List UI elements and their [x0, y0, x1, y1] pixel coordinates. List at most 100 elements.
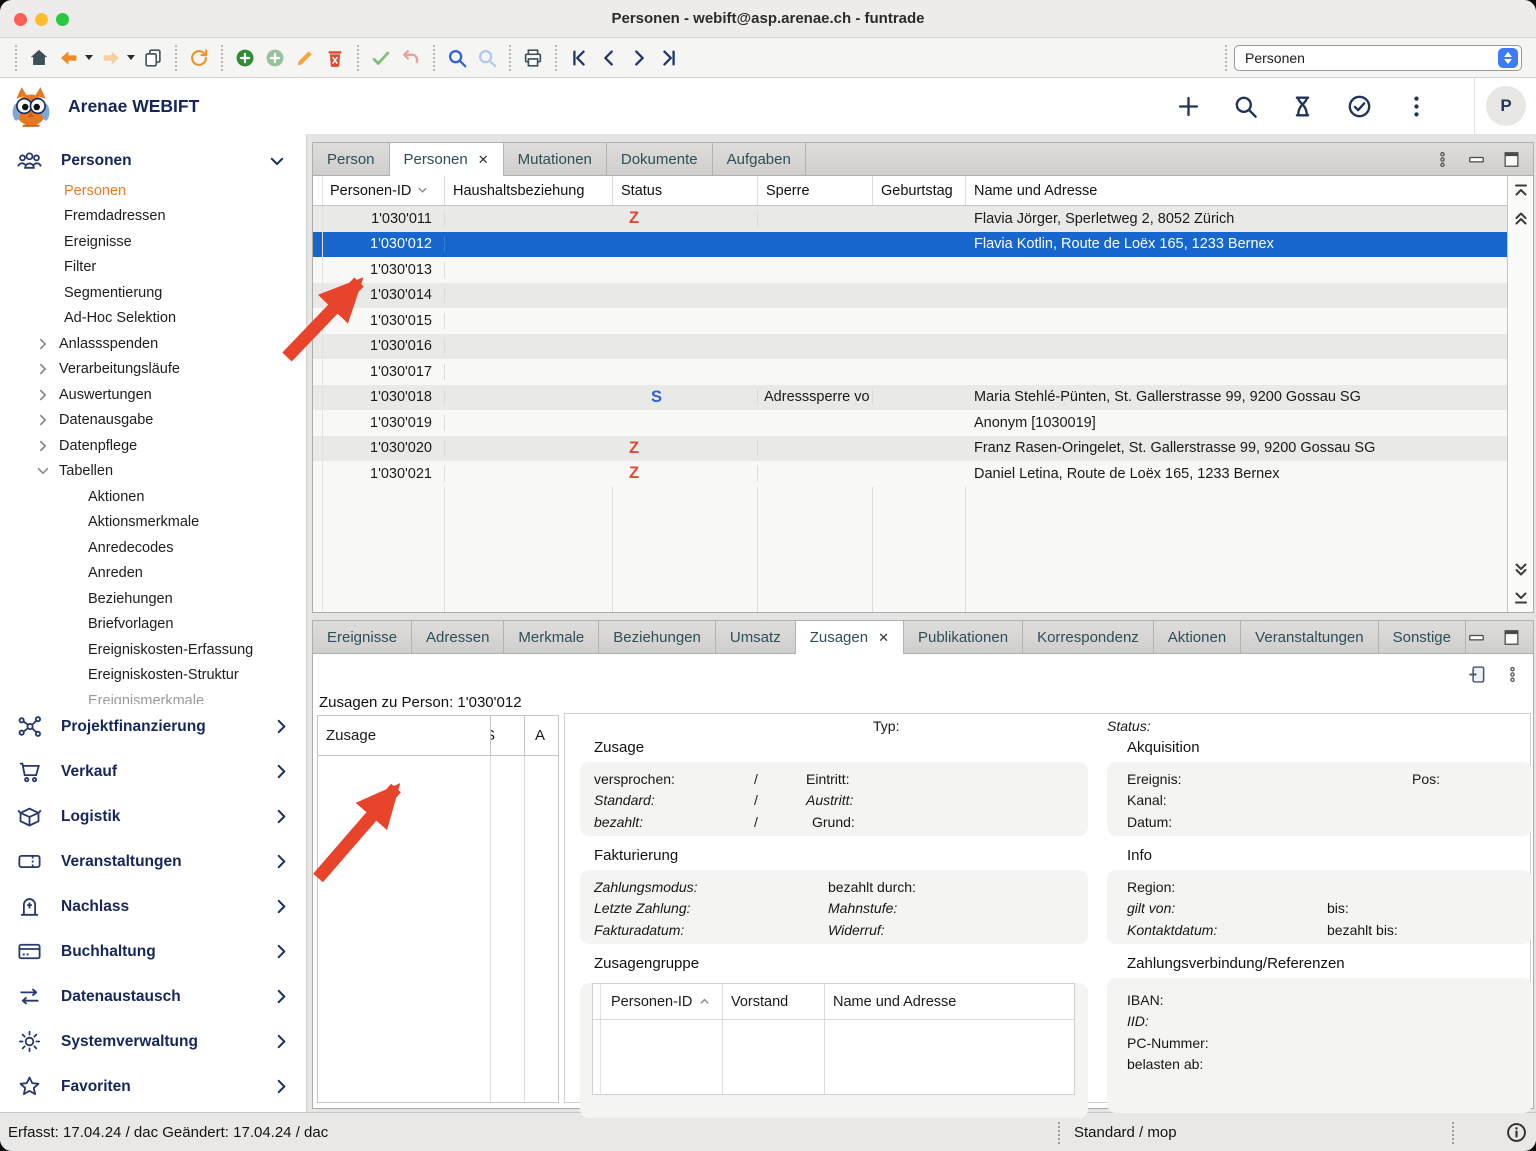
sidebar-item-adhoc-selektion[interactable]: Ad-Hoc Selektion — [0, 306, 306, 332]
column-header-status[interactable]: Status — [613, 176, 758, 205]
forward-history-caret[interactable] — [127, 55, 135, 60]
maximize-pane-icon[interactable] — [1502, 150, 1521, 169]
column-header-personen-id[interactable]: Personen-ID — [323, 176, 445, 205]
search-button[interactable] — [442, 43, 472, 73]
sidebar-item-filter[interactable]: Filter — [0, 255, 306, 281]
close-window-button[interactable] — [14, 13, 27, 26]
sidebar-item-segmentierung[interactable]: Segmentierung — [0, 280, 306, 306]
sidebar-item-ereigniskosten-erfassung[interactable]: Ereigniskosten-Erfassung — [0, 637, 306, 663]
sidebar-item-nachlass[interactable]: Nachlass — [0, 884, 306, 929]
sidebar-item-veranstaltungen[interactable]: Veranstaltungen — [0, 839, 306, 884]
tab-dokumente[interactable]: Dokumente — [607, 143, 713, 176]
page-up-icon[interactable] — [1511, 208, 1531, 228]
sidebar-group-auswertungen[interactable]: Auswertungen — [0, 382, 306, 408]
sidebar-group-datenausgabe[interactable]: Datenausgabe — [0, 408, 306, 434]
table-row[interactable]: 1'030'020ZFranz Rasen-Oringelet, St. Gal… — [313, 436, 1507, 462]
sidebar-item-personen-root[interactable]: Personen — [0, 144, 306, 178]
sidebar-group-tabellen[interactable]: Tabellen — [0, 459, 306, 485]
forward-button[interactable] — [96, 43, 126, 73]
info-icon[interactable] — [1505, 1121, 1528, 1144]
table-row[interactable]: 1'030'013 — [313, 257, 1507, 283]
table-row[interactable]: 1'030'015 — [313, 308, 1507, 334]
tab-merkmale[interactable]: Merkmale — [504, 621, 599, 654]
print-button[interactable] — [518, 43, 548, 73]
sidebar-item-projektfinanzierung[interactable]: Projektfinanzierung — [0, 704, 306, 749]
tab-umsatz[interactable]: Umsatz — [716, 621, 796, 654]
table-row[interactable]: 1'030'021ZDaniel Letina, Route de Loëx 1… — [313, 461, 1507, 487]
tab-veranstaltungen[interactable]: Veranstaltungen — [1241, 621, 1378, 654]
previous-record-button[interactable] — [594, 43, 624, 73]
close-tab-icon[interactable]: ✕ — [478, 152, 489, 168]
maximize-pane-icon[interactable] — [1502, 628, 1521, 647]
add-special-button[interactable] — [260, 43, 290, 73]
sidebar-item-logistik[interactable]: Logistik — [0, 794, 306, 839]
tab-publikationen[interactable]: Publikationen — [904, 621, 1023, 654]
sidebar-group-verarbeitungslaeufe[interactable]: Verarbeitungsläufe — [0, 357, 306, 383]
close-tab-icon[interactable]: ✕ — [878, 630, 889, 646]
hourglass-icon[interactable] — [1289, 93, 1316, 120]
more-menu-icon[interactable] — [1403, 93, 1430, 120]
undo-button[interactable] — [396, 43, 426, 73]
search-again-button[interactable] — [472, 43, 502, 73]
new-item-icon[interactable] — [1175, 93, 1202, 120]
dots-menu-icon[interactable] — [1504, 666, 1521, 683]
tab-personen[interactable]: Personen✕ — [390, 143, 504, 176]
table-row[interactable]: 1'030'019Anonym [1030019] — [313, 410, 1507, 436]
sidebar-item-beziehungen[interactable]: Beziehungen — [0, 586, 306, 612]
first-record-button[interactable] — [564, 43, 594, 73]
column-header-zusage[interactable]: Zusage — [318, 727, 490, 744]
sidebar-item-systemverwaltung[interactable]: Systemverwaltung — [0, 1019, 306, 1064]
search-icon[interactable] — [1232, 93, 1259, 120]
minimize-window-button[interactable] — [35, 13, 48, 26]
page-down-icon[interactable] — [1511, 560, 1531, 580]
sidebar-item-datenaustausch[interactable]: Datenaustausch — [0, 974, 306, 1019]
tab-mutationen[interactable]: Mutationen — [504, 143, 607, 176]
sidebar-item-aktionen[interactable]: Aktionen — [0, 484, 306, 510]
table-row[interactable]: 1'030'018 S Adresssperre vo Maria Stehlé… — [313, 385, 1507, 411]
table-row-selected[interactable]: 1'030'012 Flavia Kotlin, Route de Loëx 1… — [313, 232, 1507, 258]
check-circle-icon[interactable] — [1346, 93, 1373, 120]
module-select[interactable]: Personen — [1234, 45, 1522, 71]
sidebar-group-anlassspenden[interactable]: Anlassspenden — [0, 331, 306, 357]
sidebar-item-ereignisse[interactable]: Ereignisse — [0, 229, 306, 255]
table-row[interactable]: 1'030'011 Z Flavia Jörger, Sperletweg 2,… — [313, 206, 1507, 232]
column-header-a[interactable]: A — [524, 716, 558, 755]
tab-beziehungen[interactable]: Beziehungen — [599, 621, 716, 654]
tab-ereignisse[interactable]: Ereignisse — [313, 621, 412, 654]
edit-button[interactable] — [290, 43, 320, 73]
collapse-panel-icon[interactable] — [1467, 664, 1488, 685]
delete-button[interactable] — [320, 43, 350, 73]
tab-aktionen[interactable]: Aktionen — [1154, 621, 1241, 654]
column-header-vorstand[interactable]: Vorstand — [723, 984, 825, 1019]
next-record-button[interactable] — [624, 43, 654, 73]
sidebar-item-ereigniskosten-struktur[interactable]: Ereigniskosten-Struktur — [0, 663, 306, 689]
duplicate-button[interactable] — [138, 43, 168, 73]
scroll-to-bottom-icon[interactable] — [1511, 587, 1531, 607]
minimize-pane-icon[interactable] — [1467, 150, 1486, 169]
column-header-name-adresse[interactable]: Name und Adresse — [825, 984, 1074, 1019]
tab-korrespondenz[interactable]: Korrespondenz — [1023, 621, 1154, 654]
sidebar-item-anreden[interactable]: Anreden — [0, 561, 306, 587]
table-row[interactable]: 1'030'014 — [313, 283, 1507, 309]
back-history-caret[interactable] — [85, 55, 93, 60]
tab-adressen[interactable]: Adressen — [412, 621, 504, 654]
column-header-haushaltsbeziehung[interactable]: Haushaltsbeziehung — [445, 176, 613, 205]
confirm-button[interactable] — [366, 43, 396, 73]
dots-menu-icon[interactable] — [1434, 151, 1451, 168]
tab-aufgaben[interactable]: Aufgaben — [713, 143, 806, 176]
sidebar-item-briefvorlagen[interactable]: Briefvorlagen — [0, 612, 306, 638]
tab-zusagen[interactable]: Zusagen✕ — [796, 621, 904, 654]
table-row[interactable]: 1'030'016 — [313, 334, 1507, 360]
sidebar-item-verkauf[interactable]: Verkauf — [0, 749, 306, 794]
sidebar-item-aktionsmerkmale[interactable]: Aktionsmerkmale — [0, 510, 306, 536]
sidebar-item-buchhaltung[interactable]: Buchhaltung — [0, 929, 306, 974]
zoom-window-button[interactable] — [56, 13, 69, 26]
column-header-s[interactable]: S — [490, 716, 524, 755]
back-button[interactable] — [54, 43, 84, 73]
sidebar-item-anredecodes[interactable]: Anredecodes — [0, 535, 306, 561]
sidebar-group-datenpflege[interactable]: Datenpflege — [0, 433, 306, 459]
sidebar-item-fremdadressen[interactable]: Fremdadressen — [0, 204, 306, 230]
table-row[interactable]: 1'030'017 — [313, 359, 1507, 385]
refresh-button[interactable] — [184, 43, 214, 73]
sidebar-item-favoriten[interactable]: Favoriten — [0, 1064, 306, 1109]
